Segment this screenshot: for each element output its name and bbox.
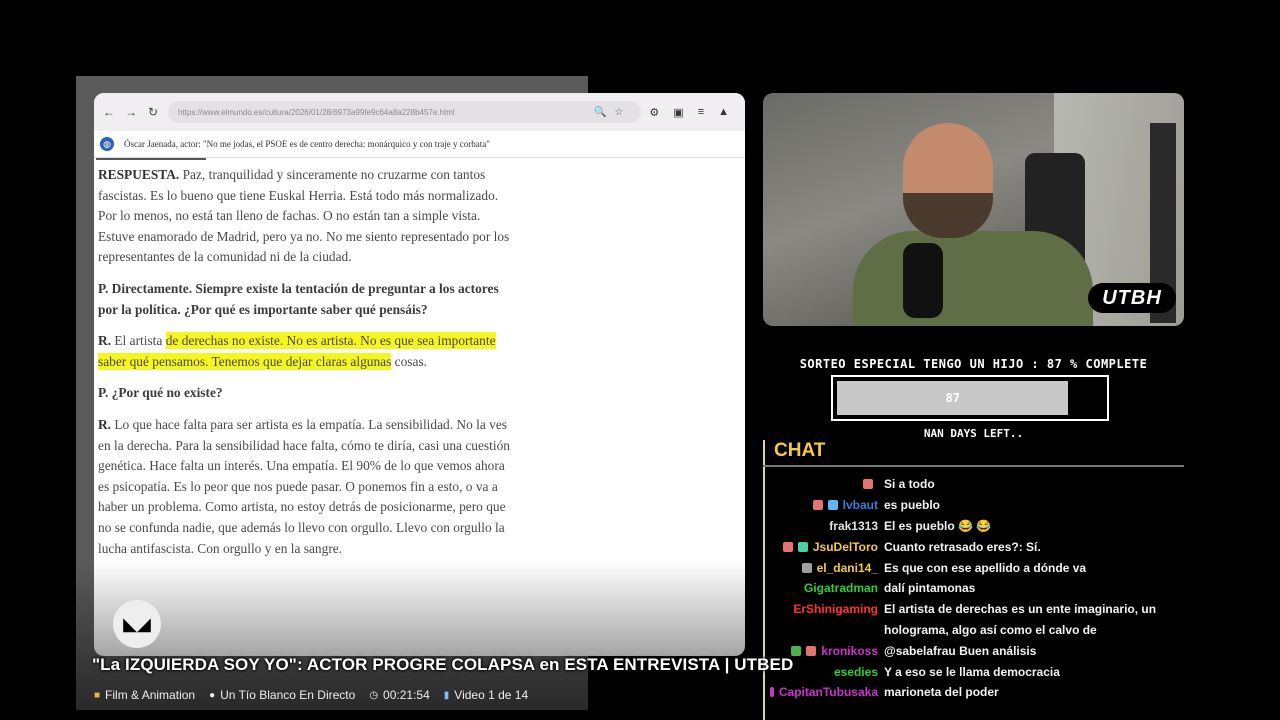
chat-message-text: dalí pintamonas (884, 581, 976, 596)
reading-progress-bar (96, 158, 206, 160)
chat-message-text: Es que con ese apellido a dónde va (884, 560, 1087, 575)
raffle-title: SORTEO ESPECIAL TENGO UN HIJO : 87 % COM… (799, 357, 1148, 371)
reload-icon[interactable]: ↻ (146, 105, 160, 119)
chat-username[interactable]: kronikoss (821, 644, 878, 658)
browser-extension-icons: ⚙ ▣ ≡ ▲ (649, 106, 737, 119)
chat-message: el_dani14_ Es que con ese apellido a dónd… (770, 557, 1180, 578)
playlist-position: ▮ Video 1 de 14 (444, 688, 528, 702)
extension-icon[interactable]: ⚙ (649, 106, 659, 119)
chat-message-author (770, 479, 884, 490)
menu-icon[interactable]: ≡ (698, 106, 704, 119)
chat-message-text: Y a eso se le llama democracia (884, 664, 1060, 679)
chat-message-text: marioneta del poder (884, 685, 999, 700)
article-headline: Óscar Jaenada, actor: "No me jodas, el P… (124, 139, 490, 149)
chat-message-text: Si a todo (884, 477, 935, 492)
user-icon: ● (209, 689, 216, 701)
tab-icon[interactable]: ▣ (673, 106, 683, 119)
interview-question: P. ¿Por qué no existe? (98, 385, 223, 401)
chat-badge-icon (812, 500, 823, 511)
forward-arrow-icon[interactable]: → (124, 105, 138, 119)
chat-message: CapitanTubusaka marioneta del poder (770, 682, 1180, 703)
chat-divider (763, 465, 1184, 467)
channel: ● Un Tío Blanco En Directo (209, 688, 355, 702)
chat-message-text: El es pueblo 😂 😂 (884, 518, 992, 533)
chat-message: kronikoss @sabelafrau Buen análisis (770, 640, 1180, 661)
chat-message-text: El artista de derechas es un ente imagin… (884, 602, 1157, 617)
chat-message: frak1313 El es pueblo 😂 😂 (770, 516, 1180, 537)
chat-badge-icon (863, 479, 873, 490)
chat-username[interactable]: frak1313 (829, 519, 878, 533)
chat-message-author: Gigatradman (770, 581, 884, 595)
chat-badge-icon (797, 541, 808, 552)
microphone (903, 243, 943, 318)
chat-message: holograma, algo así como el calvo de (770, 620, 1180, 641)
chat-username[interactable]: ErShinigaming (793, 602, 878, 616)
site-globe-icon: ◍ (100, 137, 114, 151)
article-paragraph: RESPUESTA. Paz, tranquilidad y sincerame… (98, 167, 510, 265)
address-bar[interactable]: https://www.elmundo.es/cultura/2026/01/2… (168, 101, 642, 123)
webcam-feed: UTBH (763, 93, 1184, 326)
chat-message: lvbaut es pueblo (770, 495, 1180, 516)
chat-message-text: Cuanto retrasado eres?: Sí. (884, 539, 1041, 554)
profile-icon[interactable]: ▲ (718, 106, 729, 119)
browser-toolbar: ← → ↻ https://www.elmundo.es/cultura/202… (94, 93, 745, 131)
chat-message: Si a todo (770, 474, 1180, 495)
chat-message: JsuDelToro Cuanto retrasado eres?: Sí. (770, 536, 1180, 557)
playlist-label: Video 1 de 14 (454, 688, 529, 702)
chat-message: ErShinigaming El artista de derechas es u… (770, 599, 1180, 620)
article-paragraph: R. Lo que hace falta para ser artista es… (98, 416, 510, 556)
video-title: "La IZQUIERDA SOY YO": ACTOR PROGRE COLA… (92, 655, 794, 674)
chat-message-author: CapitanTubusaka (770, 685, 884, 699)
chat-message: Gigatradman dalí pintamonas (770, 578, 1180, 599)
chat-message-list: Si a todo lvbaut es pueblo frak1313 El es pu… (770, 474, 1180, 703)
chat-badge-icon (782, 541, 793, 552)
chat-username[interactable]: CapitanTubusaka (779, 685, 878, 699)
article-header: ◍ Óscar Jaenada, actor: "No me jodas, el… (94, 131, 745, 158)
article-paragraph-highlighted: R. El artista de derechas no existe. No … (98, 332, 496, 370)
chat-badge-icon (827, 500, 838, 511)
category: ■ Film & Animation (94, 688, 195, 702)
chat-message-author: el_dani14_ (770, 561, 884, 575)
chat-message-text: holograma, algo así como el calvo de (884, 622, 1097, 637)
streamer-body (853, 231, 1093, 326)
category-label: Film & Animation (105, 688, 196, 702)
chat-message-author: JsuDelToro (770, 540, 884, 554)
video-meta: ■ Film & Animation ● Un Tío Blanco En Di… (94, 688, 528, 702)
chat-message-author: frak1313 (770, 519, 884, 533)
chat-message-text: @sabelafrau Buen análisis (884, 643, 1037, 658)
chat-accent-rule (763, 440, 765, 720)
chat-username[interactable]: Gigatradman (804, 581, 878, 595)
channel-logo-icon: ◣◢ (113, 600, 161, 648)
raffle-days-left: NAN DAYS LEFT.. (923, 427, 1024, 440)
chat-username[interactable]: esedies (834, 665, 878, 679)
chat-title: CHAT (774, 440, 826, 461)
folder-icon: ■ (94, 689, 101, 701)
chat-message-author: lvbaut (770, 498, 884, 512)
back-arrow-icon[interactable]: ← (102, 105, 116, 119)
raffle-progress-bar: 87 (831, 375, 1109, 421)
chat-badge-icon (801, 562, 812, 573)
chat-badge-icon (770, 687, 774, 698)
raffle-progress-fill: 87 (837, 381, 1069, 415)
url-text: https://www.elmundo.es/cultura/2026/01/2… (178, 107, 455, 117)
duration: ◷ 00:21:54 (369, 688, 429, 702)
article-body: RESPUESTA. Paz, tranquilidad y sincerame… (98, 165, 510, 570)
webcam-logo: UTBH (1088, 283, 1176, 313)
duration-label: 00:21:54 (383, 688, 430, 702)
chart-icon: ▮ (443, 689, 450, 701)
chat-username[interactable]: lvbaut (843, 498, 878, 512)
chat-message-author: ErShinigaming (770, 602, 884, 616)
channel-label: Un Tío Blanco En Directo (220, 688, 356, 702)
chat-message-text: es pueblo (884, 498, 941, 513)
interview-question: P. Directamente. Siempre existe la tenta… (98, 280, 499, 317)
chat-message: esedies Y a eso se le llama democracia (770, 661, 1180, 682)
address-bar-icons: 🔍☆ (593, 106, 632, 118)
chat-username[interactable]: JsuDelToro (813, 540, 878, 554)
chat-badge-icon (806, 645, 817, 656)
chat-username[interactable]: el_dani14_ (817, 561, 878, 575)
clock-icon: ◷ (369, 689, 379, 701)
